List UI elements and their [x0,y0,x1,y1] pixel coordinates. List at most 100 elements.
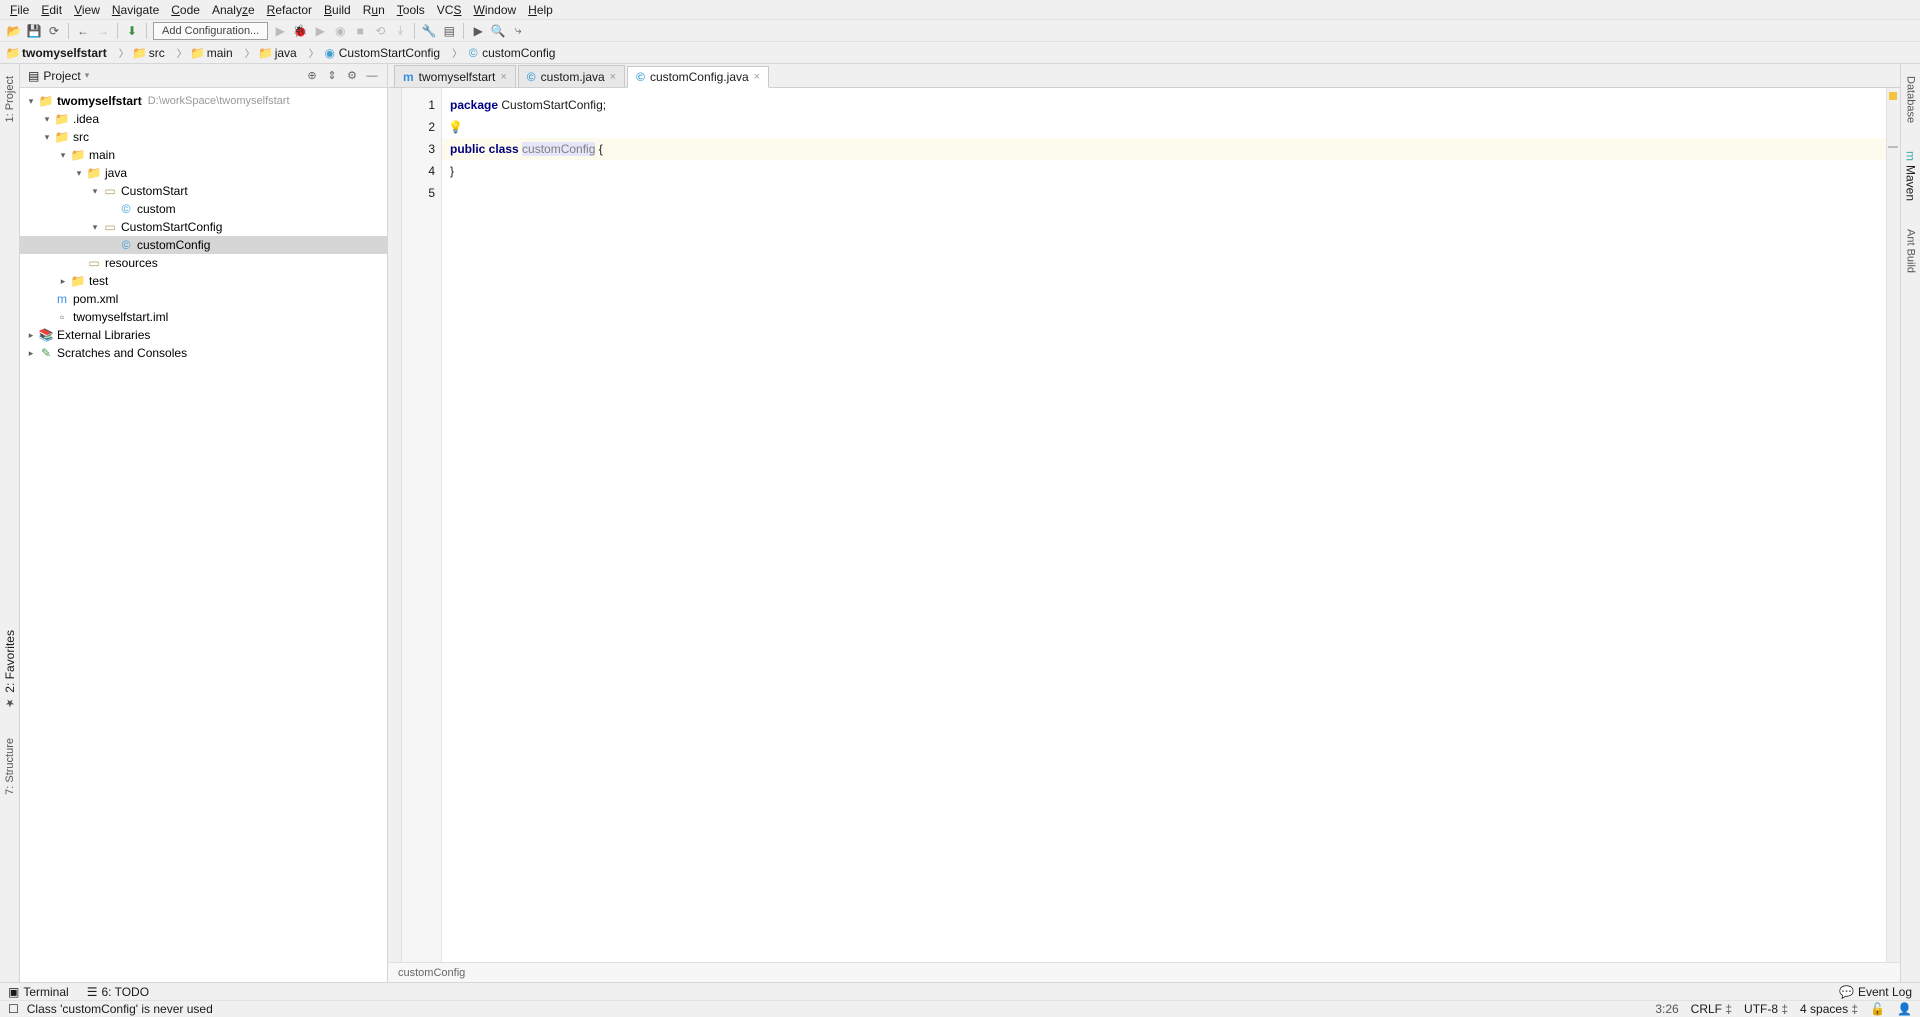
project-tool-window: ▤ Project ▾ ⊕ ⇕ ⚙ — ▾📁 twomyselfstart D:… [20,64,388,982]
breadcrumb-class[interactable]: ©customConfig [466,46,555,60]
save-icon[interactable]: 💾 [26,23,42,39]
maven-tab[interactable]: m Maven [1904,147,1918,205]
main-toolbar: 📂 💾 ⟳ ← → ⬇ Add Configuration... ▶ 🐞 ▶ ◉… [0,20,1920,42]
editor-tab-customConfig-java[interactable]: ©customConfig.java× [627,66,769,88]
breadcrumb-main[interactable]: 📁main [191,46,233,60]
ant-build-tab[interactable]: Ant Build [1905,225,1917,277]
run-icon[interactable]: ▶ [272,23,288,39]
favorites-tab[interactable]: ★ 2: Favorites [3,626,17,714]
breadcrumb-java[interactable]: 📁java [259,46,297,60]
back-icon[interactable]: ← [75,23,91,39]
tree-node-resources[interactable]: ▭resources [20,254,387,272]
indent-setting[interactable]: 4 spaces ‡ [1800,1002,1858,1016]
menu-run[interactable]: Run [357,3,391,17]
tree-node-customConfig[interactable]: ©customConfig [20,236,387,254]
debug-icon[interactable]: 🐞 [292,23,308,39]
bottom-tool-bar: ▣ Terminal ☰ 6: TODO 💬 Event Log [0,982,1920,1000]
code-editor[interactable]: 💡 package CustomStartConfig; public clas… [442,88,1886,962]
project-tree[interactable]: ▾📁 twomyselfstart D:\workSpace\twomyself… [20,88,387,982]
tree-external-libraries[interactable]: ▸📚 External Libraries [20,326,387,344]
todo-button[interactable]: ☰ 6: TODO [87,985,149,999]
refresh-icon[interactable]: ⟳ [46,23,62,39]
structure-icon[interactable]: ▤ [441,23,457,39]
find-usages-icon[interactable]: ⤷ [510,23,526,39]
editor-tab-custom-java[interactable]: ©custom.java× [518,65,625,87]
gutter-strip [388,88,402,962]
tree-scratches[interactable]: ▸✎ Scratches and Consoles [20,344,387,362]
error-stripe[interactable] [1886,88,1900,962]
tree-node-CustomStartConfig[interactable]: ▾▭CustomStartConfig [20,218,387,236]
tree-node-src[interactable]: ▾📁src [20,128,387,146]
attach-icon[interactable]: ⤓ [392,23,408,39]
project-tab[interactable]: 1: Project [4,72,16,126]
editor-breadcrumb[interactable]: customConfig [388,962,1900,982]
show-panels-icon[interactable]: ☐ [8,1002,19,1016]
event-log-button[interactable]: 💬 Event Log [1839,985,1912,999]
menu-code[interactable]: Code [165,3,206,17]
line-gutter: 12345 [402,88,442,962]
hector-icon[interactable]: 👤 [1897,1002,1912,1016]
structure-tab[interactable]: 7: Structure [4,734,16,799]
stop-icon[interactable]: ■ [352,23,368,39]
caret-position[interactable]: 3:26 [1655,1002,1678,1016]
menu-refactor[interactable]: Refactor [261,3,318,17]
tree-node-pom-xml[interactable]: mpom.xml [20,290,387,308]
locate-icon[interactable]: ⊕ [305,69,319,83]
status-message: Class 'customConfig' is never used [27,1002,213,1016]
editor-tab-twomyselfstart[interactable]: mtwomyselfstart× [394,65,516,87]
menu-edit[interactable]: Edit [35,3,68,17]
tree-node-twomyselfstart-iml[interactable]: ▫twomyselfstart.iml [20,308,387,326]
menu-tools[interactable]: Tools [391,3,431,17]
intention-bulb-icon[interactable]: 💡 [448,116,463,138]
menu-view[interactable]: View [68,3,106,17]
database-tab[interactable]: Database [1905,72,1917,127]
breadcrumb-root[interactable]: 📁twomyselfstart [6,46,107,60]
breadcrumb-src[interactable]: 📁src [133,46,165,60]
editor-tabs: mtwomyselfstart×©custom.java×©customConf… [388,64,1900,88]
tree-node-custom[interactable]: ©custom [20,200,387,218]
tree-node-main[interactable]: ▾📁main [20,146,387,164]
terminal-button[interactable]: ▣ Terminal [8,985,69,999]
file-encoding[interactable]: UTF-8 ‡ [1744,1002,1788,1016]
tree-node-java[interactable]: ▾📁java [20,164,387,182]
tree-node-test[interactable]: ▸📁test [20,272,387,290]
editor-body: 12345 💡 package CustomStartConfig; publi… [388,88,1900,962]
tree-root[interactable]: ▾📁 twomyselfstart D:\workSpace\twomyself… [20,92,387,110]
warning-marker-icon[interactable] [1889,92,1897,100]
hide-icon[interactable]: — [365,69,379,83]
menu-analyze[interactable]: Analyze [206,3,261,17]
profile-icon[interactable]: ◉ [332,23,348,39]
close-tab-icon[interactable]: × [610,71,616,83]
tree-node-CustomStart[interactable]: ▾▭CustomStart [20,182,387,200]
play-window-icon[interactable]: ▶ [470,23,486,39]
close-tab-icon[interactable]: × [500,71,506,83]
left-tool-strip: 1: Project ★ 2: Favorites 7: Structure [0,64,20,982]
editor-area: mtwomyselfstart×©custom.java×©customConf… [388,64,1900,982]
navigation-bar: 📁twomyselfstart 〉 📁src 〉 📁main 〉 📁java 〉… [0,42,1920,64]
menu-navigate[interactable]: Navigate [106,3,165,17]
menu-file[interactable]: File [4,3,35,17]
settings-icon[interactable]: ⚙ [345,69,359,83]
tree-node--idea[interactable]: ▾📁.idea [20,110,387,128]
forward-icon[interactable]: → [95,23,111,39]
project-view-label[interactable]: Project [43,69,80,83]
menu-help[interactable]: Help [522,3,559,17]
build-icon[interactable]: ⬇ [124,23,140,39]
readonly-lock-icon[interactable]: 🔓 [1870,1002,1885,1016]
menu-window[interactable]: Window [467,3,522,17]
wrench-icon[interactable]: 🔧 [421,23,437,39]
open-icon[interactable]: 📂 [6,23,22,39]
collapse-icon[interactable]: ⇕ [325,69,339,83]
breadcrumb-package[interactable]: ◉CustomStartConfig [323,46,440,60]
search-icon[interactable]: 🔍 [490,23,506,39]
rerun-icon[interactable]: ⟲ [372,23,388,39]
menu-bar: File Edit View Navigate Code Analyze Ref… [0,0,1920,20]
warning-line-marker[interactable] [1888,146,1898,148]
add-configuration-button[interactable]: Add Configuration... [153,22,268,40]
menu-build[interactable]: Build [318,3,357,17]
right-tool-strip: Database m Maven Ant Build [1900,64,1920,982]
menu-vcs[interactable]: VCS [431,3,468,17]
coverage-icon[interactable]: ▶ [312,23,328,39]
line-separator[interactable]: CRLF ‡ [1691,1002,1732,1016]
close-tab-icon[interactable]: × [754,71,760,83]
